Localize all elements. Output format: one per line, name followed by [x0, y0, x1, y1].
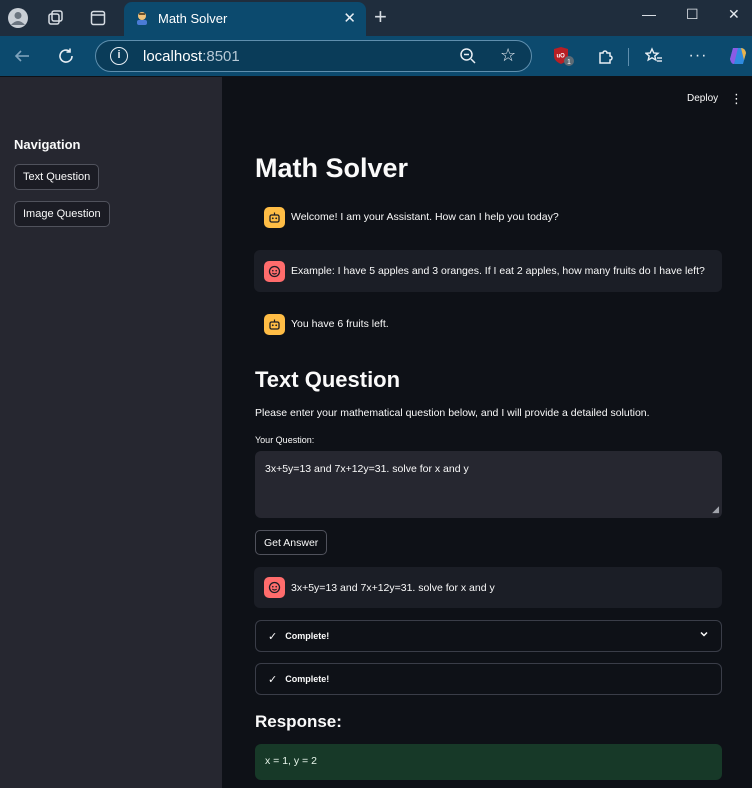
- deploy-button[interactable]: Deploy: [687, 93, 718, 104]
- browser-toolbar: i localhost:8501 ☆ uO 1 ···: [0, 36, 752, 113]
- extensions-icon[interactable]: [594, 44, 618, 68]
- assistant-avatar-icon: [264, 313, 285, 335]
- copilot-icon[interactable]: [726, 44, 750, 68]
- tab-title: Math Solver: [158, 11, 228, 26]
- maximize-icon[interactable]: ☐: [686, 6, 699, 23]
- status-box-2: ✓ Complete!: [255, 663, 722, 695]
- status-label: Complete!: [285, 631, 330, 641]
- response-title: Response:: [255, 712, 342, 731]
- favorites-icon[interactable]: [642, 44, 666, 68]
- question-textarea-value: 3x+5y=13 and 7x+12y=31. solve for x and …: [265, 463, 469, 475]
- chat-message-assistant: Welcome! I am your Assistant. How can I …: [254, 203, 722, 231]
- close-window-icon[interactable]: ✕: [728, 6, 740, 23]
- profile-icon[interactable]: [6, 6, 30, 30]
- zoom-out-icon[interactable]: [459, 47, 477, 70]
- tab-actions-icon[interactable]: [86, 6, 110, 30]
- question-textarea[interactable]: 3x+5y=13 and 7x+12y=31. solve for x and …: [255, 451, 722, 518]
- new-tab-icon[interactable]: +: [374, 4, 387, 30]
- extension-badge-count: 1: [567, 59, 571, 66]
- user-avatar-icon: [264, 577, 285, 598]
- url-text: localhost:8501: [143, 48, 240, 65]
- ublock-extension-icon[interactable]: uO 1: [551, 44, 575, 68]
- sidebar-button-text-question[interactable]: Text Question: [14, 164, 100, 190]
- chat-message-text: Example: I have 5 apples and 3 oranges. …: [291, 265, 705, 277]
- svg-text:uO: uO: [557, 54, 566, 60]
- back-icon[interactable]: [10, 44, 34, 68]
- user-avatar-icon: [264, 260, 285, 282]
- refresh-icon[interactable]: [54, 44, 78, 68]
- site-info-icon[interactable]: i: [110, 47, 128, 65]
- workspaces-icon[interactable]: [44, 6, 68, 30]
- section-title: Text Question: [255, 367, 401, 392]
- favorite-star-icon[interactable]: ☆: [500, 45, 516, 66]
- main-menu-icon[interactable]: ⋮: [730, 91, 743, 107]
- tab-math-solver[interactable]: Math Solver ✕: [124, 2, 366, 36]
- chat-message-user-question: 3x+5y=13 and 7x+12y=31. solve for x and …: [254, 567, 722, 608]
- chat-message-text: Welcome! I am your Assistant. How can I …: [291, 211, 559, 223]
- browser-titlebar: Math Solver ✕ + — ☐ ✕: [0, 0, 752, 36]
- status-label: Complete!: [285, 674, 330, 684]
- close-tab-icon[interactable]: ✕: [343, 9, 356, 27]
- chat-message-text: You have 6 fruits left.: [291, 318, 389, 330]
- chat-message-assistant: You have 6 fruits left.: [254, 310, 722, 338]
- toolbar-divider: [628, 48, 629, 66]
- response-box: x = 1, y = 2: [255, 744, 722, 780]
- status-expander-1[interactable]: ✓ Complete!: [255, 620, 722, 652]
- assistant-avatar-icon: [264, 206, 285, 228]
- checkmark-icon: ✓: [268, 630, 278, 643]
- question-input-label: Your Question:: [255, 435, 315, 445]
- sidebar-button-image-question[interactable]: Image Question: [14, 201, 110, 227]
- page-title: Math Solver: [255, 153, 409, 183]
- sidebar: Navigation Text Question Image Question: [0, 77, 222, 788]
- address-bar[interactable]: i localhost:8501 ☆: [95, 40, 532, 72]
- sidebar-title: Navigation: [14, 137, 81, 152]
- chat-message-text: 3x+5y=13 and 7x+12y=31. solve for x and …: [291, 581, 495, 594]
- main-content: Deploy ⋮ Math Solver Welcome! I am your …: [222, 77, 752, 788]
- get-answer-button[interactable]: Get Answer: [255, 530, 328, 555]
- streamlit-favicon-icon: [134, 10, 150, 26]
- more-options-icon[interactable]: ···: [686, 44, 710, 68]
- minimize-icon[interactable]: —: [642, 6, 656, 22]
- chevron-down-icon[interactable]: [699, 629, 709, 642]
- resize-handle-icon[interactable]: ◢: [712, 504, 719, 515]
- checkmark-icon: ✓: [268, 673, 278, 686]
- chat-message-user: Example: I have 5 apples and 3 oranges. …: [254, 250, 722, 292]
- section-description: Please enter your mathematical question …: [255, 407, 650, 419]
